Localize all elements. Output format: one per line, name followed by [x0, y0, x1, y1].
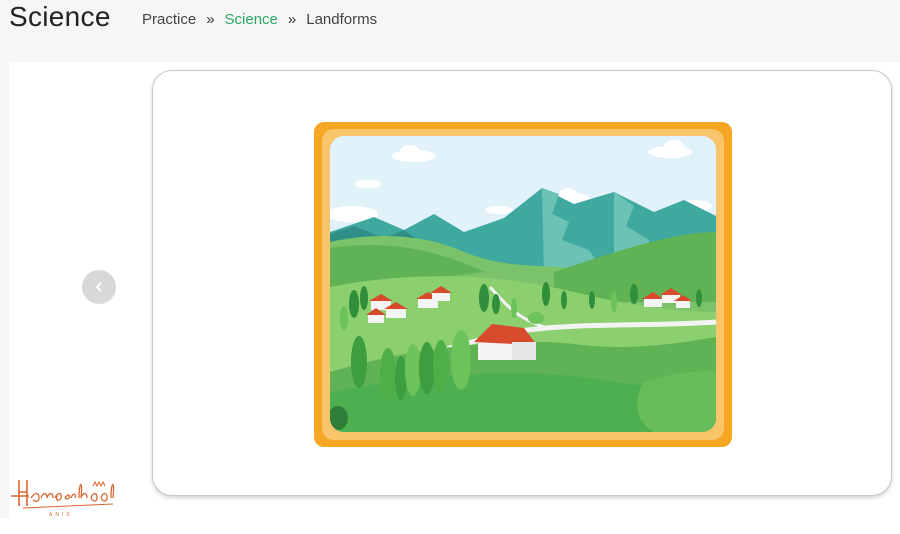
homeschool-logo: ANIS — [9, 470, 119, 520]
logo-subtext: ANIS — [49, 512, 73, 518]
breadcrumb: Practice » Science » Landforms — [142, 11, 377, 28]
previous-slide-button[interactable] — [82, 270, 116, 304]
breadcrumb-practice[interactable]: Practice — [142, 11, 196, 28]
logo-icon: ANIS — [11, 480, 115, 518]
breadcrumb-separator: » — [287, 11, 297, 28]
chevron-left-icon — [96, 282, 102, 292]
breadcrumb-separator: » — [206, 11, 215, 28]
page-header: Science Practice » Science » Landforms — [0, 0, 900, 62]
bottom-strip — [0, 518, 900, 534]
page-title: Science — [9, 1, 111, 32]
breadcrumb-science[interactable]: Science — [225, 11, 278, 28]
landscape-image — [314, 122, 732, 447]
breadcrumb-landforms: Landforms — [306, 11, 378, 28]
landscape-illustration — [314, 122, 732, 447]
